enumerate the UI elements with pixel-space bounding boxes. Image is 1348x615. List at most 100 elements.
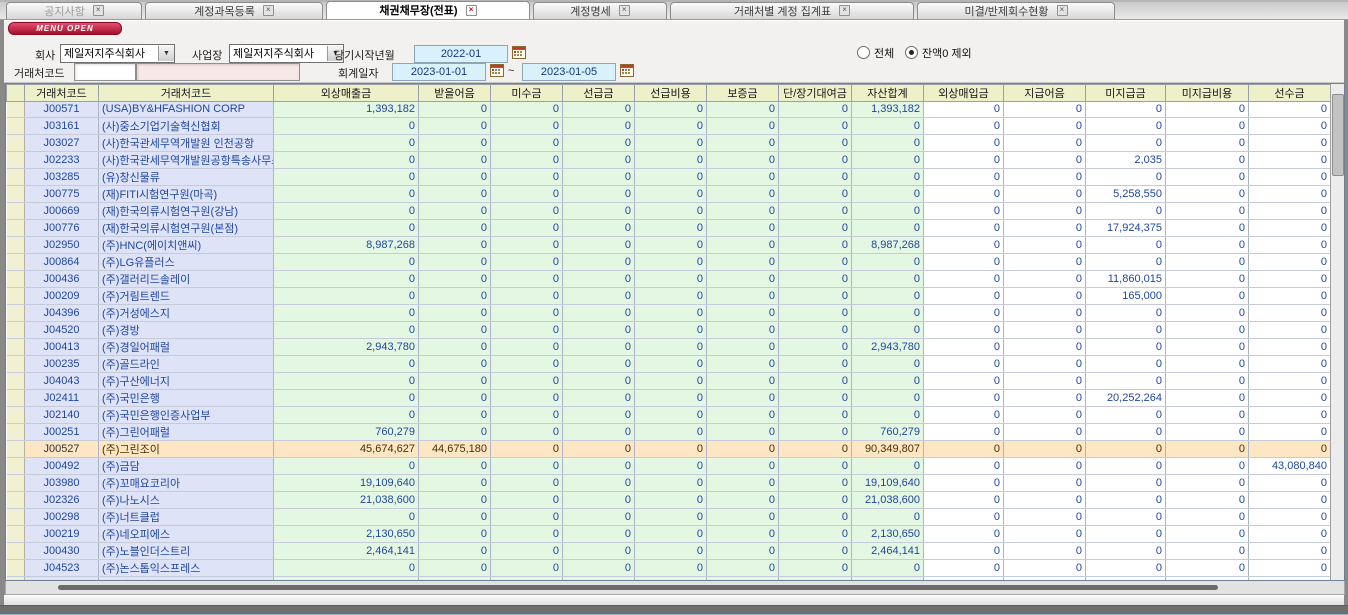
amount-cell[interactable]: 19,109,640 bbox=[852, 474, 924, 491]
amount-cell[interactable]: 0 bbox=[707, 185, 779, 202]
amount-cell[interactable]: 0 bbox=[1166, 372, 1249, 389]
amount-cell[interactable]: 0 bbox=[491, 559, 563, 576]
table-row[interactable]: J00209(주)거림트렌드0000000000165,00000 bbox=[7, 287, 1331, 304]
vendor-name-cell[interactable]: (유)창신물류 bbox=[99, 168, 274, 185]
amount-cell[interactable]: 0 bbox=[1086, 559, 1166, 576]
amount-cell[interactable]: 11,860,015 bbox=[1086, 270, 1166, 287]
vendor-name-cell[interactable]: (주)국민은행인증사업부 bbox=[99, 406, 274, 423]
table-row[interactable]: J00492(주)금담00000000000043,080,840 bbox=[7, 457, 1331, 474]
vendor-code-cell[interactable]: J00298 bbox=[25, 508, 99, 525]
amount-cell[interactable]: 0 bbox=[779, 389, 852, 406]
amount-cell[interactable]: 0 bbox=[707, 406, 779, 423]
amount-cell[interactable]: 0 bbox=[1166, 542, 1249, 559]
amount-cell[interactable]: 0 bbox=[274, 389, 419, 406]
amount-cell[interactable]: 0 bbox=[491, 202, 563, 219]
column-header[interactable] bbox=[7, 85, 25, 102]
amount-cell[interactable]: 0 bbox=[1086, 508, 1166, 525]
vendor-code-cell[interactable]: J04396 bbox=[25, 304, 99, 321]
vendor-code-input[interactable] bbox=[74, 63, 136, 81]
amount-cell[interactable]: 0 bbox=[563, 117, 635, 134]
amount-cell[interactable]: 0 bbox=[1086, 202, 1166, 219]
table-row[interactable]: J00776(재)한국의류시험연구원(본점)000000000017,924,3… bbox=[7, 219, 1331, 236]
amount-cell[interactable]: 2,130,650 bbox=[274, 525, 419, 542]
amount-cell[interactable]: 0 bbox=[1249, 253, 1331, 270]
amount-cell[interactable]: 0 bbox=[1004, 321, 1086, 338]
amount-cell[interactable]: 0 bbox=[635, 236, 707, 253]
amount-cell[interactable]: 0 bbox=[635, 270, 707, 287]
amount-cell[interactable]: 0 bbox=[419, 219, 491, 236]
amount-cell[interactable]: 0 bbox=[635, 338, 707, 355]
tab-close-icon[interactable]: × bbox=[466, 5, 477, 16]
amount-cell[interactable]: 0 bbox=[491, 338, 563, 355]
amount-cell[interactable]: 0 bbox=[707, 389, 779, 406]
amount-cell[interactable]: 0 bbox=[274, 508, 419, 525]
amount-cell[interactable]: 2,943,780 bbox=[274, 338, 419, 355]
chevron-down-icon[interactable]: ▼ bbox=[158, 46, 174, 61]
column-header[interactable]: 받을어음 bbox=[419, 85, 491, 102]
amount-cell[interactable]: 0 bbox=[1086, 355, 1166, 372]
amount-cell[interactable]: 0 bbox=[1004, 117, 1086, 134]
amount-cell[interactable]: 5,258,550 bbox=[1086, 185, 1166, 202]
tab-5[interactable]: 거래처별 계정 집계표× bbox=[670, 2, 914, 19]
date-to-input[interactable]: 2023-01-05 bbox=[522, 63, 616, 81]
amount-cell[interactable]: 0 bbox=[419, 202, 491, 219]
amount-cell[interactable]: 0 bbox=[924, 117, 1004, 134]
amount-cell[interactable]: 0 bbox=[852, 372, 924, 389]
amount-cell[interactable]: 0 bbox=[491, 185, 563, 202]
amount-cell[interactable]: 0 bbox=[419, 270, 491, 287]
amount-cell[interactable]: 0 bbox=[419, 117, 491, 134]
amount-cell[interactable]: 0 bbox=[563, 423, 635, 440]
amount-cell[interactable]: 0 bbox=[852, 134, 924, 151]
amount-cell[interactable]: 0 bbox=[779, 474, 852, 491]
vendor-code-cell[interactable]: J00413 bbox=[25, 338, 99, 355]
amount-cell[interactable]: 0 bbox=[1249, 423, 1331, 440]
amount-cell[interactable]: 0 bbox=[635, 202, 707, 219]
vendor-code-cell[interactable]: J02326 bbox=[25, 491, 99, 508]
vendor-name-cell[interactable]: (주)노블인더스트리 bbox=[99, 542, 274, 559]
amount-cell[interactable]: 0 bbox=[1004, 253, 1086, 270]
amount-cell[interactable]: 0 bbox=[924, 389, 1004, 406]
amount-cell[interactable]: 0 bbox=[1249, 355, 1331, 372]
amount-cell[interactable]: 0 bbox=[924, 542, 1004, 559]
amount-cell[interactable]: 0 bbox=[1166, 270, 1249, 287]
row-indicator[interactable] bbox=[7, 508, 25, 525]
vendor-code-cell[interactable]: J00430 bbox=[25, 542, 99, 559]
column-header[interactable]: 외상매출금 bbox=[274, 85, 419, 102]
amount-cell[interactable]: 0 bbox=[779, 134, 852, 151]
row-indicator[interactable] bbox=[7, 491, 25, 508]
vendor-code-cell[interactable]: J02233 bbox=[25, 151, 99, 168]
amount-cell[interactable]: 0 bbox=[707, 355, 779, 372]
amount-cell[interactable]: 165,000 bbox=[1086, 287, 1166, 304]
vendor-name-cell[interactable]: (재)FITI시험연구원(마곡) bbox=[99, 185, 274, 202]
amount-cell[interactable]: 0 bbox=[779, 355, 852, 372]
amount-cell[interactable]: 0 bbox=[1166, 287, 1249, 304]
amount-cell[interactable]: 0 bbox=[779, 202, 852, 219]
amount-cell[interactable]: 0 bbox=[1166, 321, 1249, 338]
vendor-name-cell[interactable]: (재)한국의류시험연구원(강남) bbox=[99, 202, 274, 219]
amount-cell[interactable]: 0 bbox=[779, 219, 852, 236]
amount-cell[interactable]: 0 bbox=[563, 168, 635, 185]
amount-cell[interactable]: 0 bbox=[1086, 525, 1166, 542]
amount-cell[interactable]: 0 bbox=[491, 270, 563, 287]
amount-cell[interactable]: 43,080,840 bbox=[1249, 457, 1331, 474]
amount-cell[interactable]: 0 bbox=[1166, 474, 1249, 491]
amount-cell[interactable]: 0 bbox=[419, 355, 491, 372]
amount-cell[interactable]: 0 bbox=[852, 117, 924, 134]
amount-cell[interactable]: 0 bbox=[1086, 542, 1166, 559]
amount-cell[interactable]: 0 bbox=[1249, 491, 1331, 508]
amount-cell[interactable]: 0 bbox=[419, 389, 491, 406]
amount-cell[interactable]: 0 bbox=[635, 372, 707, 389]
table-row[interactable]: J00298(주)너트클럽0000000000000 bbox=[7, 508, 1331, 525]
amount-cell[interactable]: 0 bbox=[1086, 168, 1166, 185]
vendor-name-cell[interactable]: (주)경일어패럴 bbox=[99, 338, 274, 355]
calendar-icon[interactable] bbox=[620, 63, 634, 77]
amount-cell[interactable]: 1,393,182 bbox=[852, 102, 924, 117]
amount-cell[interactable]: 0 bbox=[1166, 508, 1249, 525]
tab-2[interactable]: 계정과목등록× bbox=[145, 2, 323, 19]
amount-cell[interactable]: 0 bbox=[779, 236, 852, 253]
amount-cell[interactable]: 0 bbox=[1004, 542, 1086, 559]
amount-cell[interactable]: 0 bbox=[1249, 202, 1331, 219]
amount-cell[interactable]: 0 bbox=[563, 270, 635, 287]
amount-cell[interactable]: 0 bbox=[852, 185, 924, 202]
amount-cell[interactable]: 0 bbox=[563, 457, 635, 474]
